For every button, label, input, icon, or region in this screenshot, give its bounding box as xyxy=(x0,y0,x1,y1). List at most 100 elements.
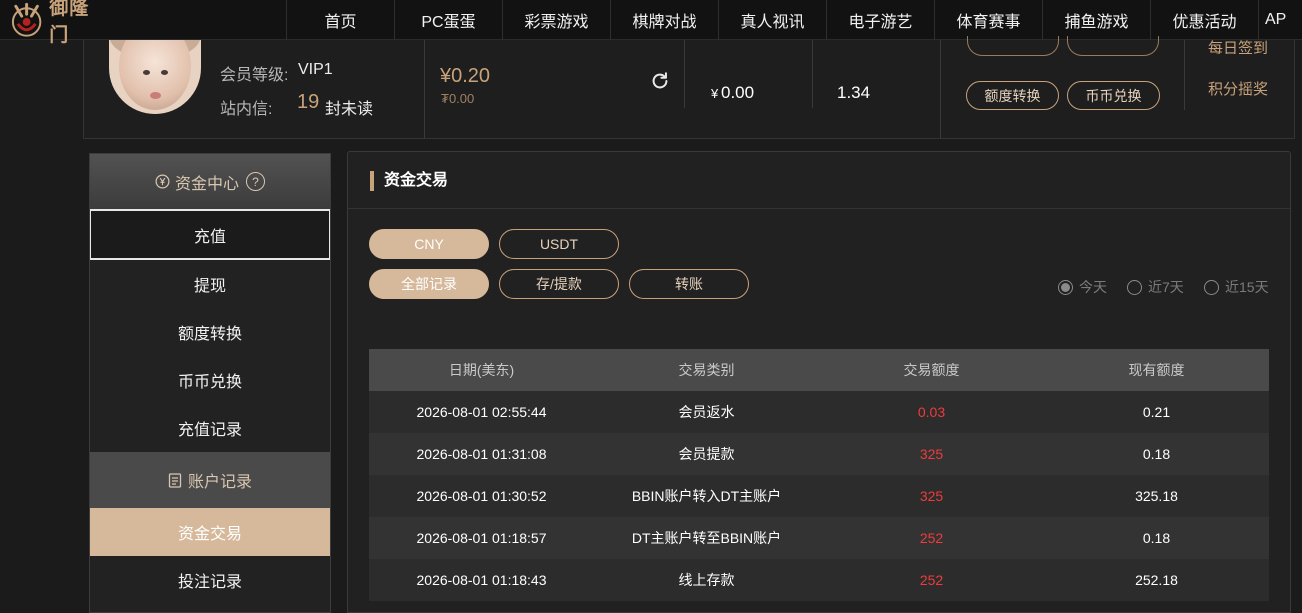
sidebar-section-title: 账户记录 xyxy=(187,474,252,491)
cell-type: 会员提款 xyxy=(678,446,735,462)
sidebar-item-coin-exchange[interactable]: 币币兑换 xyxy=(90,356,330,404)
divider xyxy=(812,40,813,108)
nav-lottery[interactable]: 彩票游戏 xyxy=(502,0,610,40)
page-title: 资金交易 xyxy=(370,171,448,191)
filter-transfer[interactable]: 转账 xyxy=(629,269,749,299)
cell-type: 线上存款 xyxy=(678,572,735,588)
logo-emblem-icon xyxy=(11,2,42,37)
table-row: 2026-08-01 01:31:08 会员提款 325 0.18 xyxy=(369,433,1269,475)
table-row: 2026-08-01 01:30:52 BBIN账户转入DT主账户 325 32… xyxy=(369,475,1269,517)
cell-amount: 325 xyxy=(919,488,944,504)
header-type: 交易类别 xyxy=(678,362,735,378)
stat1-value: 0.00 xyxy=(721,83,755,102)
nav-fishing[interactable]: 捕鱼游戏 xyxy=(1042,0,1150,40)
header-balance: 现有额度 xyxy=(1128,362,1185,378)
user-info-panel: 会员等级: VIP1 站内信: 19 封未读 ¥0.20 ₮0.00 ¥ 0.0… xyxy=(83,36,1295,139)
yuan-coin-icon xyxy=(155,174,170,189)
cell-date: 2026-08-01 01:18:57 xyxy=(416,530,547,546)
divider xyxy=(940,40,941,139)
table-header: 日期(美东) 交易类别 交易额度 现有额度 xyxy=(369,349,1269,391)
radio-icon xyxy=(1204,279,1219,295)
cell-balance: 252.18 xyxy=(1135,572,1178,588)
cell-amount: 0.03 xyxy=(917,404,946,420)
site-logo[interactable]: 御隆门 xyxy=(8,0,108,46)
member-level-value: VIP1 xyxy=(298,61,333,78)
cell-date: 2026-08-01 01:30:52 xyxy=(416,488,547,504)
member-level-label: 会员等级: xyxy=(220,67,289,84)
top-nav-bar: 御隆门 首页 PC蛋蛋 彩票游戏 棋牌对战 真人视讯 电子游艺 体育赛事 捕鱼游… xyxy=(0,0,1302,46)
sidebar-header-title: 资金中心 xyxy=(174,175,239,193)
divider xyxy=(348,208,1290,209)
sidebar-item-deposit[interactable]: 充值 xyxy=(90,209,330,260)
sidebar-item-deposit-records[interactable]: 充值记录 xyxy=(90,404,330,452)
range-7-days-label: 近7天 xyxy=(1148,279,1184,295)
range-7-days[interactable]: 近7天 xyxy=(1127,277,1184,297)
nav-app[interactable]: AP xyxy=(1258,0,1302,40)
nav-live-casino[interactable]: 真人视讯 xyxy=(718,0,826,40)
sidebar-item-withdraw[interactable]: 提现 xyxy=(90,260,330,308)
nav-pc-eggs[interactable]: PC蛋蛋 xyxy=(394,0,502,40)
radio-selected-icon xyxy=(1058,279,1073,295)
sidebar-header: 资金中心 ? xyxy=(90,154,330,209)
fund-transactions-panel: 资金交易 CNY USDT 全部记录 存/提款 转账 今天 近7天 近15天 日… xyxy=(347,151,1291,613)
cell-balance: 0.18 xyxy=(1142,446,1171,462)
cell-date: 2026-08-01 01:31:08 xyxy=(416,446,547,462)
divider xyxy=(424,40,425,139)
help-icon[interactable]: ? xyxy=(246,172,265,191)
cell-type: 会员返水 xyxy=(678,404,735,420)
document-icon xyxy=(168,472,182,488)
nav-sports[interactable]: 体育赛事 xyxy=(934,0,1042,40)
sidebar-item-bet-records[interactable]: 投注记录 xyxy=(90,556,330,604)
stat2-value: 1.34 xyxy=(837,83,871,102)
daily-checkin-clip: 每日签到 xyxy=(1208,40,1288,54)
cell-balance: 325.18 xyxy=(1135,488,1178,504)
unread-count[interactable]: 19 xyxy=(297,91,319,114)
table-row: 2026-08-01 01:18:43 线上存款 252 252.18 xyxy=(369,559,1269,601)
cell-amount: 252 xyxy=(919,572,944,588)
sidebar-section-account-records: 账户记录 xyxy=(90,452,330,508)
sidebar-item-transfer[interactable]: 额度转换 xyxy=(90,308,330,356)
range-15-days-label: 近15天 xyxy=(1225,279,1269,295)
coin-exchange-button[interactable]: 币币兑换 xyxy=(1067,81,1160,110)
cell-type: BBIN账户转入DT主账户 xyxy=(631,488,782,504)
cell-amount: 252 xyxy=(919,530,944,546)
radio-icon xyxy=(1127,279,1142,295)
divider xyxy=(1184,40,1185,110)
nav-home[interactable]: 首页 xyxy=(286,0,394,40)
cell-type: DT主账户转至BBIN账户 xyxy=(631,530,782,546)
range-today[interactable]: 今天 xyxy=(1058,277,1107,297)
filter-all-records[interactable]: 全部记录 xyxy=(369,269,489,299)
divider xyxy=(684,40,685,108)
cell-date: 2026-08-01 02:55:44 xyxy=(416,404,547,420)
sidebar-item-fund-transactions[interactable]: 资金交易 xyxy=(90,508,330,556)
daily-checkin-link[interactable]: 每日签到 xyxy=(1208,40,1268,54)
refresh-icon[interactable] xyxy=(649,70,671,92)
tab-cny[interactable]: CNY xyxy=(369,229,489,259)
header-date: 日期(美东) xyxy=(448,362,515,378)
balance-main: ¥0.20 xyxy=(440,65,491,87)
nav-slots[interactable]: 电子游艺 xyxy=(826,0,934,40)
transactions-table: 日期(美东) 交易类别 交易额度 现有额度 2026-08-01 02:55:4… xyxy=(369,349,1269,601)
filter-deposit-withdraw[interactable]: 存/提款 xyxy=(499,269,619,299)
nav-chess-cards[interactable]: 棋牌对战 xyxy=(610,0,718,40)
range-today-label: 今天 xyxy=(1079,279,1107,295)
cell-balance: 0.18 xyxy=(1142,530,1171,546)
hidden-pill-button[interactable] xyxy=(967,36,1059,56)
transfer-button[interactable]: 额度转换 xyxy=(966,81,1059,110)
balance-usdt: ₮0.00 xyxy=(441,91,475,106)
nav-promotions[interactable]: 优惠活动 xyxy=(1150,0,1258,40)
table-row: 2026-08-01 02:55:44 会员返水 0.03 0.21 xyxy=(369,391,1269,433)
fund-center-sidebar: 资金中心 ? 充值 提现 额度转换 币币兑换 充值记录 账户记录 资金交易 投注… xyxy=(89,153,331,613)
cell-balance: 0.21 xyxy=(1142,404,1171,420)
unread-suffix: 封未读 xyxy=(325,101,374,118)
lottery-wheel-link[interactable]: 积分摇奖 xyxy=(1208,78,1268,99)
cell-amount: 325 xyxy=(919,446,944,462)
table-row: 2026-08-01 01:18:57 DT主账户转至BBIN账户 252 0.… xyxy=(369,517,1269,559)
tab-usdt[interactable]: USDT xyxy=(499,229,619,259)
header-amount: 交易额度 xyxy=(903,362,960,378)
stat1-currency: ¥ xyxy=(711,86,719,101)
range-15-days[interactable]: 近15天 xyxy=(1204,277,1269,297)
avatar xyxy=(109,40,201,114)
inbox-label: 站内信: xyxy=(220,101,273,118)
hidden-pill-button[interactable] xyxy=(1067,36,1159,56)
